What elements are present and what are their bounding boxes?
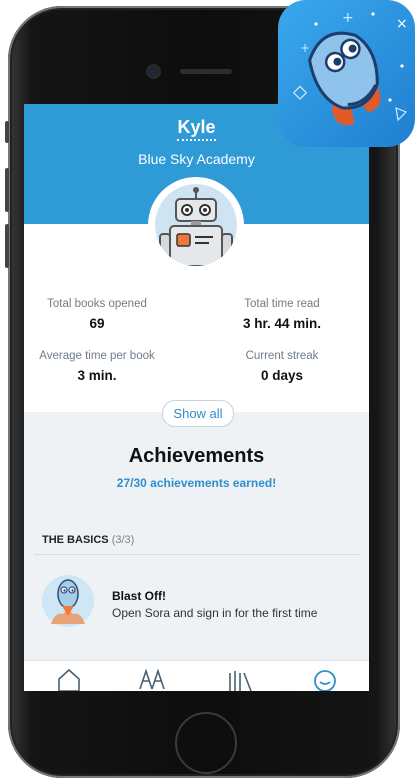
section-divider <box>34 554 359 555</box>
volume-down-button <box>5 224 9 268</box>
home-button[interactable] <box>175 712 237 774</box>
volume-up-button <box>5 168 9 212</box>
stat-label: Average time per book <box>39 350 155 362</box>
achievement-name: Blast Off! <box>112 589 166 603</box>
stat-value: 69 <box>89 316 105 331</box>
stat-value: 3 hr. 44 min. <box>242 316 322 331</box>
section-count: (3/3) <box>111 534 135 546</box>
stat-value: 3 min. <box>77 368 117 383</box>
achievements-title: Achievements <box>128 445 265 467</box>
blast-off-badge-icon <box>41 574 95 628</box>
front-camera <box>148 66 159 77</box>
stat-label: Total books opened <box>47 298 147 310</box>
achievements-earned-link[interactable]: 27/30 achievements earned! <box>24 476 369 490</box>
stat-current-streak: Current streak 0 days <box>212 350 352 383</box>
bottom-tab-bar <box>24 660 369 691</box>
stat-time-read: Total time read 3 hr. 44 min. <box>212 298 352 331</box>
stat-label: Total time read <box>244 298 320 310</box>
svg-text:×: × <box>396 16 408 32</box>
section-the-basics: THE BASICS (3/3) <box>42 534 134 546</box>
achievement-description: Open Sora and sign in for the first time <box>112 606 318 620</box>
svg-text:+: + <box>300 41 310 55</box>
stat-label: Current streak <box>245 350 319 362</box>
avatar[interactable] <box>148 177 244 273</box>
school-name: Blue Sky Academy <box>138 151 255 167</box>
section-name: THE BASICS <box>42 534 109 546</box>
show-all-button[interactable]: Show all <box>162 400 234 427</box>
app-screen: Kyle Blue Sky Academy Total books opened… <box>24 104 369 691</box>
svg-text:+: + <box>342 10 354 26</box>
stat-value: 0 days <box>260 368 304 383</box>
shelf-icon[interactable] <box>227 667 257 691</box>
stat-average-time: Average time per book 3 min. <box>27 350 167 383</box>
mute-switch <box>5 121 9 143</box>
library-icon[interactable] <box>137 667 167 691</box>
sora-app-icon: + + × <box>278 0 415 147</box>
stat-books-opened: Total books opened 69 <box>27 298 167 331</box>
profile-icon[interactable] <box>312 667 342 691</box>
robot-avatar-icon <box>155 184 237 266</box>
earpiece-speaker <box>180 69 232 74</box>
home-icon[interactable] <box>56 667 86 691</box>
